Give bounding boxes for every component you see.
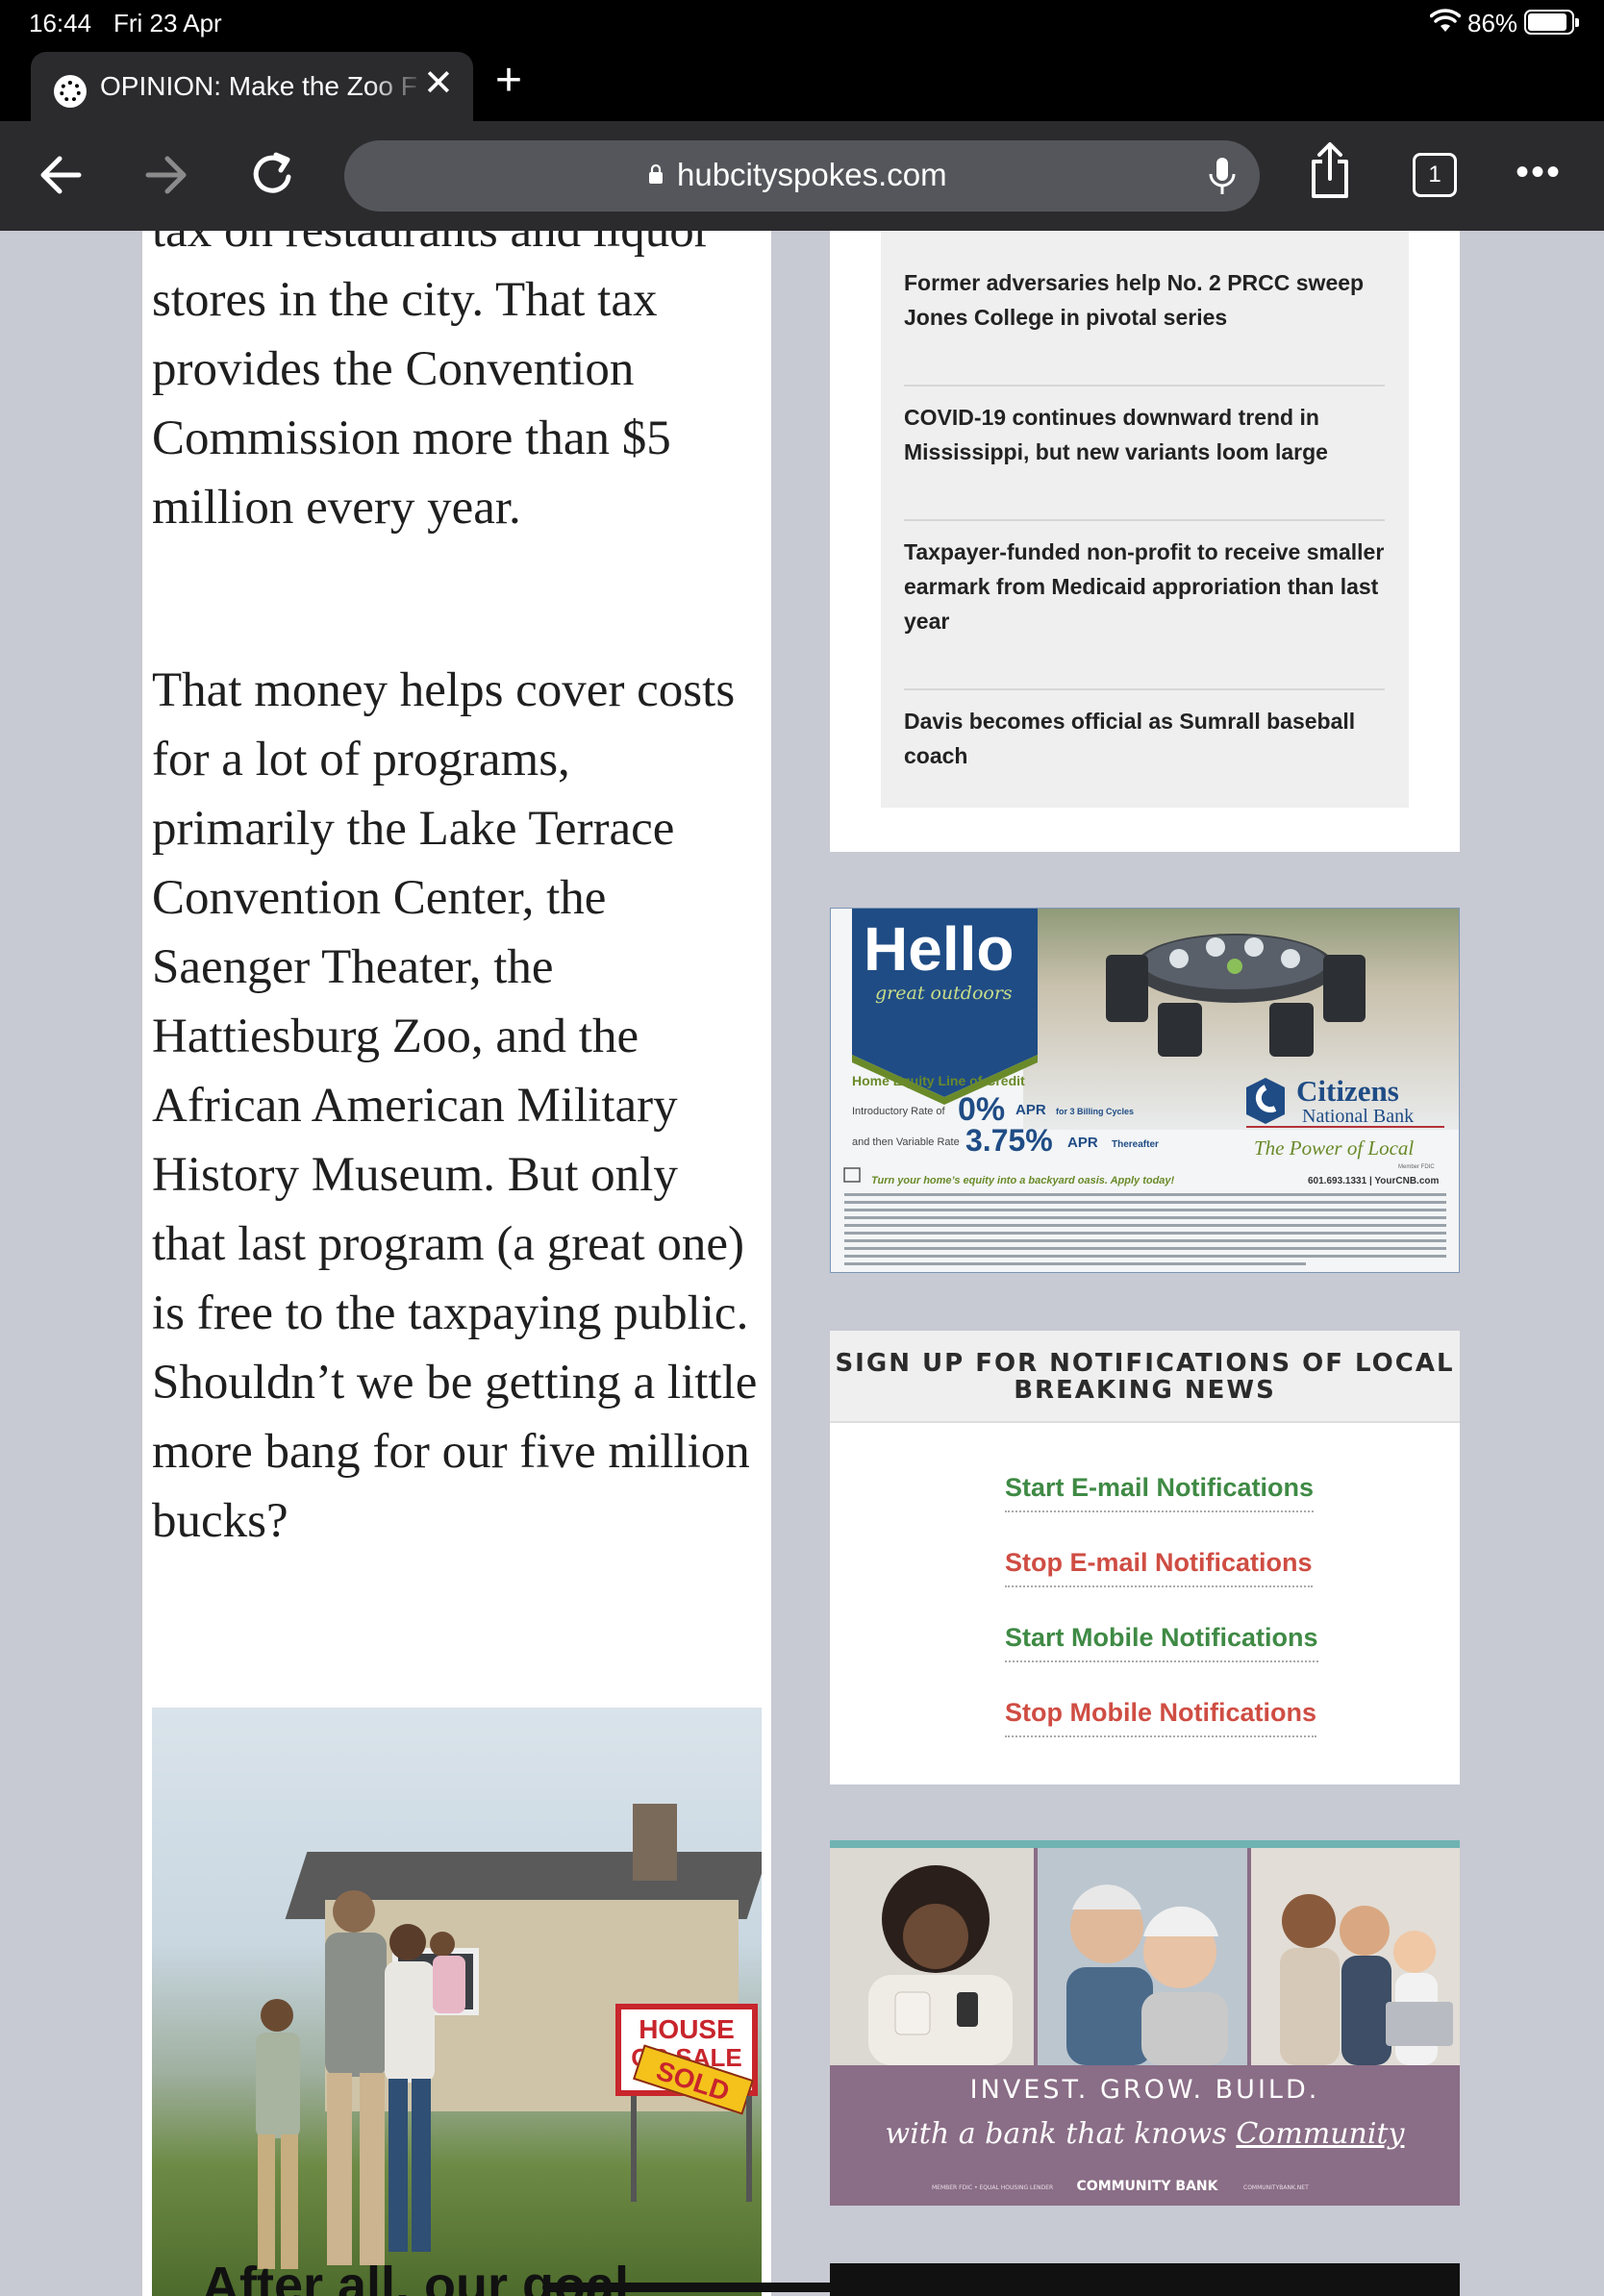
reload-icon[interactable] [244,146,302,204]
signup-heading-line-1: SIGN UP FOR NOTIFICATIONS OF LOCAL [835,1349,1455,1378]
ad-bank-name: Citizens [1296,1074,1399,1108]
close-icon[interactable]: ✕ [423,65,454,102]
url-text: hubcityspokes.com [677,157,947,192]
ad-heloc: Home Equity Line of Credit [852,1073,1025,1088]
wifi-icon [1430,9,1461,32]
family-with-laptop-photo [1251,1848,1460,2065]
ad-thereafter: Thereafter [1112,1139,1159,1150]
ad-script-text: with a bank that knows [885,2117,1227,2151]
ad-photo-strip [830,1848,1460,2065]
citizens-bank-ad-art: Hello great outdoors Home Equity Line of… [831,909,1459,1272]
citizens-logo-icon [1246,1078,1285,1124]
community-bank-ad[interactable]: INVEST. GROW. BUILD. with a bank that kn… [830,1840,1460,2206]
divider [904,519,1385,521]
ad-cta: Turn your home’s equity into a backyard … [871,1175,1175,1186]
related-story-link[interactable]: Former adversaries help No. 2 PRCC sweep… [904,265,1385,335]
related-story-link[interactable]: Davis becomes official as Sumrall baseba… [904,704,1385,773]
signup-heading: SIGN UP FOR NOTIFICATIONS OF LOCAL BREAK… [830,1331,1460,1423]
ad-apr: APR [1067,1135,1098,1151]
ad-slogan: The Power of Local [1254,1136,1414,1160]
senior-couple-photo [1038,1848,1247,2065]
stop-mobile-notifications-link[interactable]: Stop Mobile Notifications [1005,1698,1316,1737]
browser-tab[interactable]: OPINION: Make the Zoo F ✕ [31,52,473,121]
stop-email-notifications-link[interactable]: Stop E-mail Notifications [1005,1548,1313,1587]
status-date: Fri 23 Apr [113,9,222,37]
plus-icon[interactable]: + [495,58,522,104]
woman-with-phone-photo [830,1848,1034,2065]
related-story-link[interactable]: Taxpayer-funded non-profit to receive sm… [904,535,1385,638]
ad-tagline: INVEST. GROW. BUILD. [969,2075,1320,2105]
status-bar: 16:44 Fri 23 Apr 86% [0,0,1604,44]
tabs-icon[interactable]: 1 [1413,153,1457,197]
tab-bar: OPINION: Make the Zoo F ✕ + [0,44,1604,121]
status-time: 16:44 [29,9,92,37]
house-for-sale-ad[interactable]: HOUSE OR SALE SOLD After all, our goal [152,1708,762,2296]
related-stories-card: Former adversaries help No. 2 PRCC sweep… [830,231,1460,852]
ad-member: Member FDIC [1398,1164,1435,1170]
back-arrow-icon[interactable] [33,146,90,204]
page-content: tax on restaurants and liquor stores in … [0,231,1604,2296]
sign-post [631,2096,637,2202]
home-indicator[interactable] [542,2283,1062,2292]
forward-arrow-icon[interactable] [137,146,194,204]
related-stories-list: Former adversaries help No. 2 PRCC sweep… [881,231,1409,808]
start-email-notifications-link[interactable]: Start E-mail Notifications [1005,1473,1315,1512]
browser-toolbar: hubcityspokes.com 1 ••• [0,121,1604,231]
ad-hello: Hello [864,914,1014,984]
ad-script: with a bank that knows Community [830,2117,1460,2151]
ad-variable-rate: 3.75% [965,1123,1053,1158]
ad-apr: APR [1015,1102,1046,1118]
more-icon[interactable]: ••• [1516,153,1562,191]
ad-great-outdoors: great outdoors [875,983,1013,1004]
tab-title: OPINION: Make the Zoo F [100,71,417,101]
start-mobile-notifications-link[interactable]: Start Mobile Notifications [1005,1623,1318,1662]
article-column: tax on restaurants and liquor stores in … [142,231,771,2296]
lock-icon [649,163,663,184]
ad-contact: 601.693.1331 | YourCNB.com [1308,1176,1439,1186]
battery-icon [1524,10,1579,35]
ad-then-label: and then Variable Rate [852,1136,960,1148]
article-paragraph: That money helps cover costs for a lot o… [152,663,758,1548]
microphone-icon[interactable] [1206,156,1239,196]
ad-bank-name: COMMUNITY BANK [1076,2179,1218,2194]
divider [904,385,1385,387]
share-icon[interactable] [1306,140,1354,202]
ad-bank-name-2: National Bank [1302,1106,1414,1127]
signup-heading-line-2: BREAKING NEWS [1014,1376,1276,1405]
sign-text-top: HOUSE [639,2014,735,2044]
divider [904,688,1385,690]
article-paragraph: tax on restaurants and liquor stores in … [152,231,711,535]
family-illustration [256,1890,465,2269]
ad-fine-left: MEMBER FDIC • EQUAL HOUSING LENDER [932,2184,1054,2191]
ad-fine-right: COMMUNITYBANK.NET [1243,2184,1309,2191]
related-story-link[interactable]: COVID-19 continues downward trend in Mis… [904,400,1385,469]
notifications-signup-card: SIGN UP FOR NOTIFICATIONS OF LOCAL BREAK… [830,1331,1460,1784]
house-chimney [633,1804,677,1881]
site-favicon [54,75,87,108]
sign-post [746,2096,752,2202]
battery-percent: 86% [1467,9,1518,37]
url-bar[interactable]: hubcityspokes.com [344,140,1260,212]
citizens-bank-ad[interactable]: Hello great outdoors Home Equity Line of… [830,908,1460,1273]
ad-intro-term: for 3 Billing Cycles [1056,1107,1134,1116]
ad-script-emphasis: Community [1236,2117,1405,2151]
ad-intro-label: Introductory Rate of [852,1106,946,1117]
